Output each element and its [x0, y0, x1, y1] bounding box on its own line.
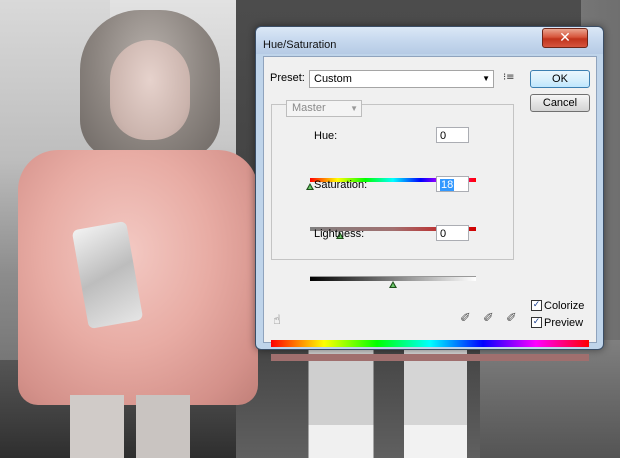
ok-button[interactable]: OK [530, 70, 590, 88]
chevron-down-icon: ▼ [482, 74, 490, 83]
cancel-button[interactable]: Cancel [530, 94, 590, 112]
photo-pink-dress [18, 150, 258, 405]
preset-value: Custom [314, 73, 352, 85]
check-icon: ✓ [532, 300, 541, 310]
eyedropper-icon[interactable]: ✐ [460, 311, 471, 326]
hue-slider-handle[interactable] [306, 183, 314, 190]
photo-girl-legs [70, 395, 190, 458]
photo-socks [305, 425, 485, 458]
close-button[interactable]: ✕ [542, 28, 588, 48]
title-bar[interactable]: Hue/Saturation ✕ [256, 27, 603, 54]
edit-range-value: Master [292, 102, 326, 114]
lightness-slider-handle[interactable] [389, 281, 397, 288]
preview-label: Preview [544, 317, 584, 329]
window-title: Hue/Saturation [263, 39, 337, 51]
lightness-label: Lightness: [314, 228, 365, 240]
eyedropper-minus-icon[interactable]: ✐ [506, 311, 517, 326]
hue-label: Hue: [314, 130, 338, 142]
colorize-checkbox[interactable]: ✓ [531, 300, 542, 311]
close-icon: ✕ [559, 30, 571, 46]
saturation-label: Saturation: [314, 179, 368, 191]
hand-adjust-icon[interactable]: ☝ [273, 313, 281, 328]
preset-dropdown[interactable]: Custom ▼ [309, 70, 494, 88]
chevron-down-icon: ▼ [350, 104, 358, 113]
photo-girl-face [110, 40, 190, 140]
adjustment-group-box [271, 104, 514, 260]
preset-options-icon[interactable]: ⁝≡ [503, 72, 515, 83]
input-color-bar [271, 340, 589, 347]
check-icon: ✓ [532, 317, 541, 327]
colorize-label: Colorize [544, 300, 585, 312]
preview-checkbox[interactable]: ✓ [531, 317, 542, 328]
dialog-body: Preset: Custom ▼ ⁝≡ OK Cancel Master ▼ H… [263, 56, 597, 361]
lightness-input[interactable]: 0 [436, 225, 469, 241]
eyedropper-plus-icon[interactable]: ✐ [483, 311, 494, 326]
output-color-bar [271, 354, 589, 361]
edit-range-dropdown[interactable]: Master ▼ [286, 100, 362, 117]
hue-input[interactable]: 0 [436, 127, 469, 143]
preset-label: Preset: [270, 72, 305, 84]
saturation-input[interactable]: 18 [436, 176, 469, 192]
hue-saturation-dialog: Hue/Saturation ✕ Preset: Custom ▼ ⁝≡ OK … [255, 26, 604, 361]
